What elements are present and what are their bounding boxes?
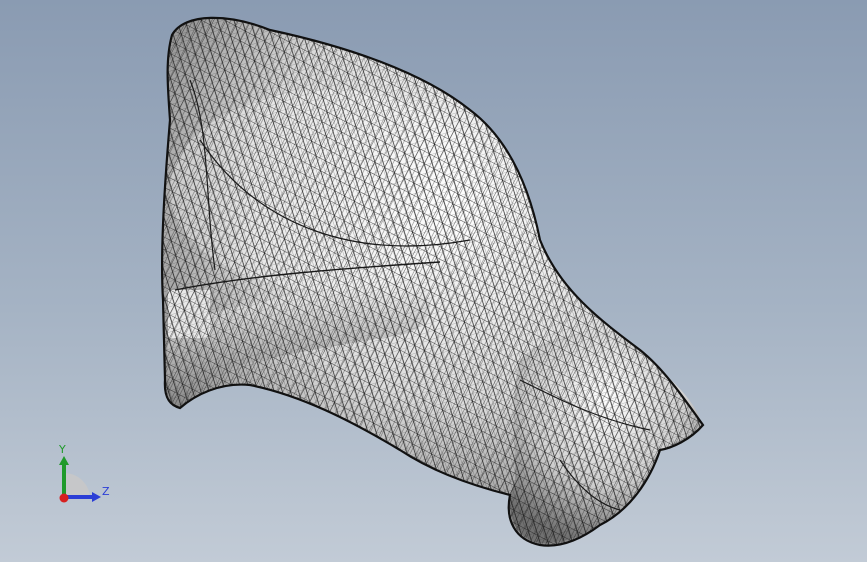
z-axis-label: Z (102, 485, 110, 498)
y-axis-label: Y (59, 443, 66, 456)
view-orientation-triad[interactable]: Y Z (50, 440, 120, 510)
mesh-wireframe (162, 17, 703, 546)
cat-mesh-model[interactable] (0, 0, 867, 562)
graphics-viewport[interactable]: Y Z (0, 0, 867, 562)
